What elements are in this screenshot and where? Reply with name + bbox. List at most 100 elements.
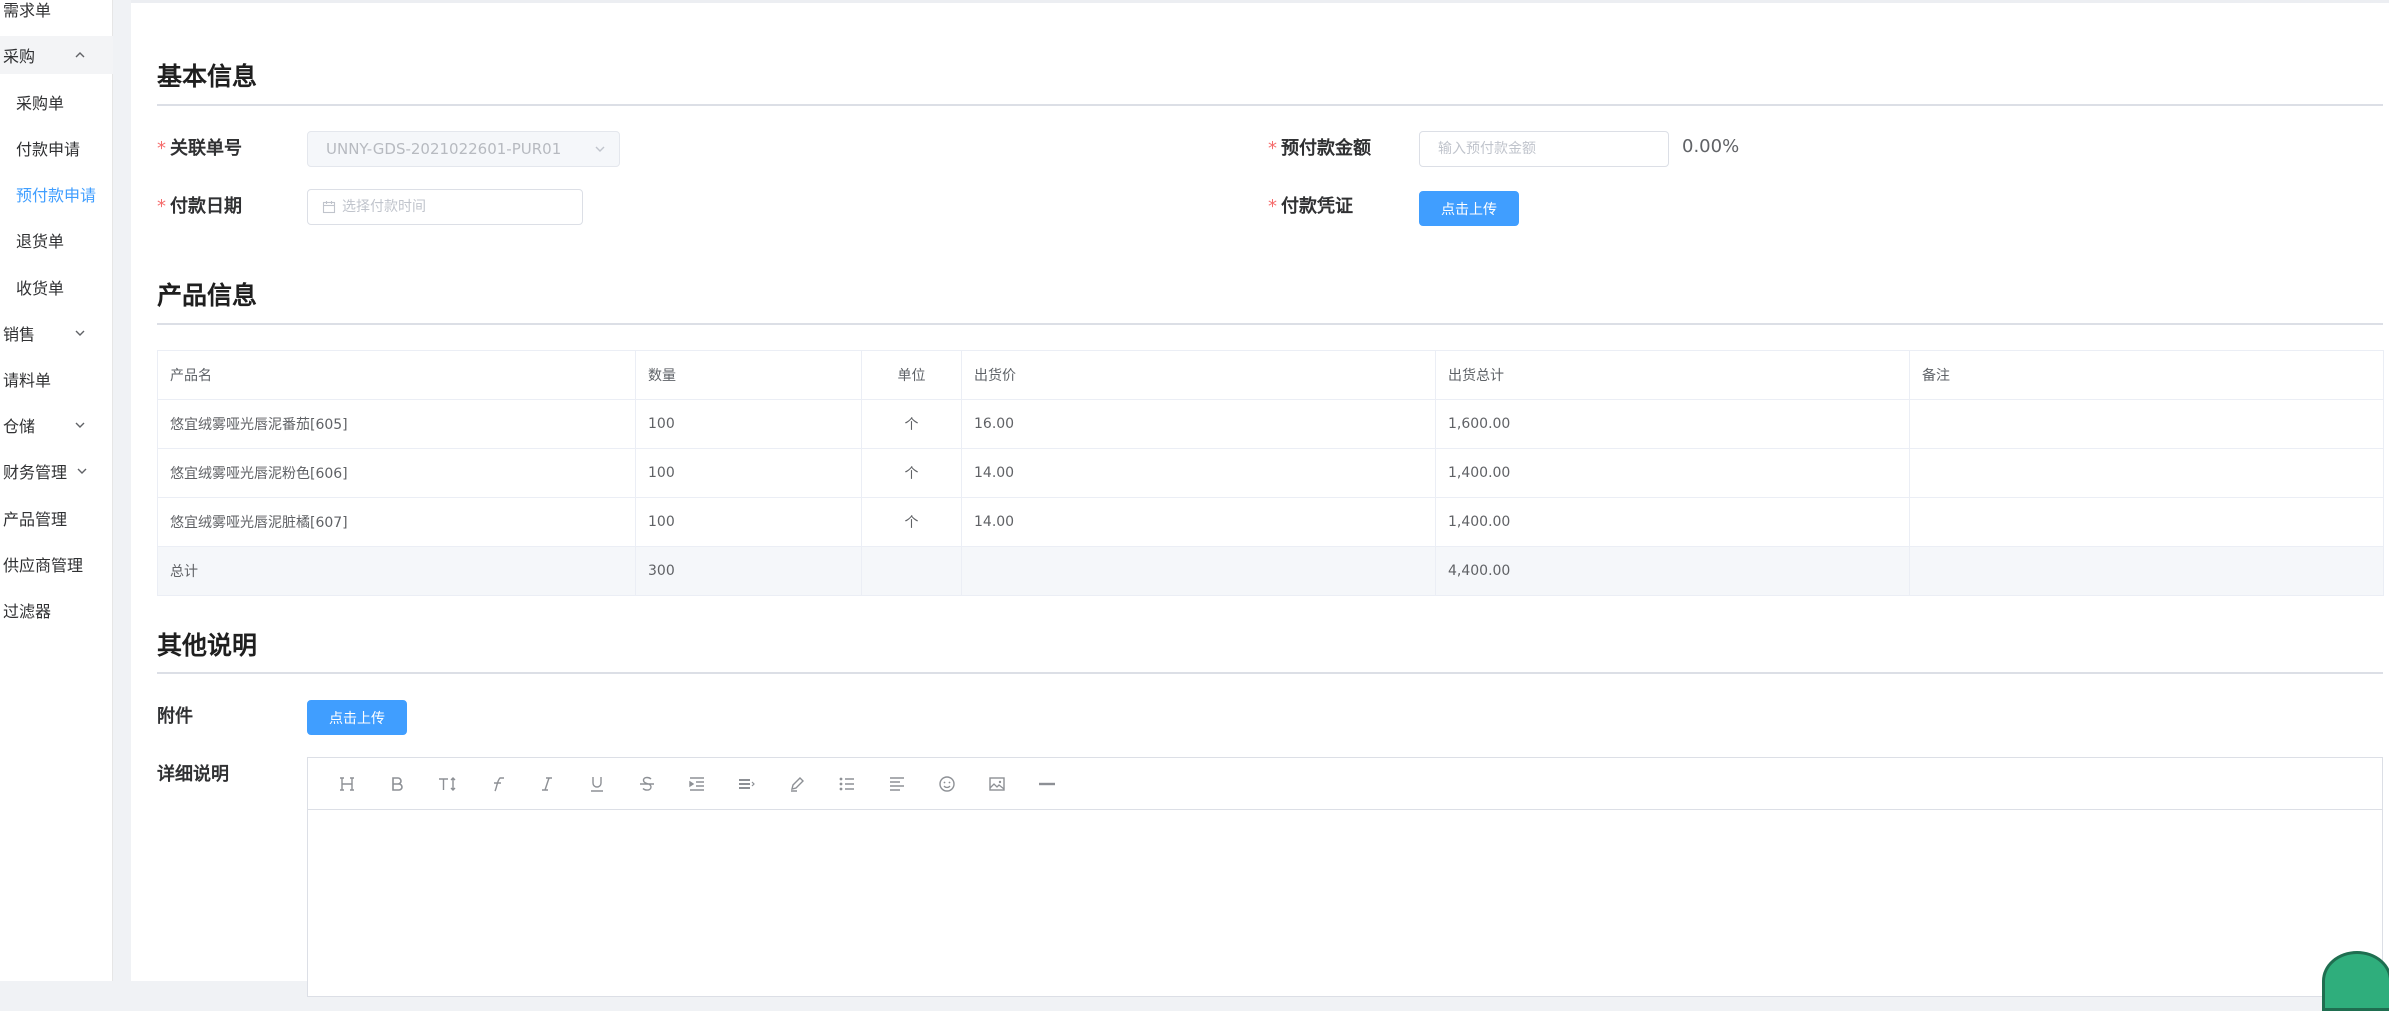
sidebar-item-finance[interactable]: 财务管理	[0, 452, 113, 490]
sidebar-item-label: 采购	[3, 47, 36, 66]
voucher-upload-button[interactable]: 点击上传	[1419, 191, 1519, 226]
cell-total-price	[961, 546, 1436, 596]
sidebar-item-warehouse[interactable]: 仓储	[0, 406, 113, 444]
rich-text-editor[interactable]	[307, 757, 2383, 997]
cell-product-name: 悠宜绒雾哑光唇泥脏橘[607]	[157, 497, 636, 547]
column-header-quantity: 数量	[635, 350, 862, 400]
color-icon[interactable]	[772, 766, 822, 802]
required-mark: *	[1268, 196, 1277, 217]
sidebar-item-filter[interactable]: 过滤器	[0, 591, 113, 629]
section-divider	[157, 104, 2383, 106]
section-divider	[157, 323, 2383, 325]
section-divider	[157, 672, 2383, 674]
list-icon[interactable]	[822, 766, 872, 802]
main-content: 基本信息 * 关联单号 UNNY-GDS-2021022601-PUR01 * 付款…	[131, 0, 2389, 1011]
cell-quantity: 100	[635, 448, 862, 498]
column-header-price: 出货价	[961, 350, 1436, 400]
sidebar-item-supplier-management[interactable]: 供应商管理	[0, 545, 113, 583]
editor-content-area[interactable]	[308, 810, 2382, 996]
bold-icon[interactable]	[372, 766, 422, 802]
sidebar-item-label: 销售	[3, 325, 36, 344]
mascot-widget[interactable]	[2322, 951, 2389, 1011]
column-header-total: 出货总计	[1435, 350, 1910, 400]
sidebar-item-label: 付款申请	[16, 140, 81, 159]
attachment-label: 附件	[157, 706, 193, 727]
chevron-down-icon	[77, 468, 87, 474]
strikethrough-icon[interactable]	[622, 766, 672, 802]
cell-total-remark	[1909, 546, 2384, 596]
payment-date-placeholder: 选择付款时间	[342, 199, 426, 215]
section-title-basic-info: 基本信息	[157, 62, 258, 91]
table-total-row: 总计 300 4,400.00	[157, 546, 2384, 596]
detail-label: 详细说明	[157, 764, 229, 785]
sidebar-item-label: 产品管理	[3, 510, 68, 529]
sidebar-item-label: 供应商管理	[3, 556, 84, 575]
cell-product-name: 悠宜绒雾哑光唇泥粉色[606]	[157, 448, 636, 498]
chevron-down-icon	[75, 422, 85, 428]
sidebar-item-payment-request[interactable]: 付款申请	[0, 129, 113, 167]
related-order-label: * 关联单号	[157, 137, 242, 161]
image-icon[interactable]	[972, 766, 1022, 802]
required-mark: *	[1268, 138, 1277, 159]
cell-quantity: 100	[635, 399, 862, 449]
sidebar-item-label: 仓储	[3, 417, 36, 436]
sidebar-item-prepayment-request[interactable]: 预付款申请	[0, 175, 113, 213]
font-family-icon[interactable]	[472, 766, 522, 802]
cell-total: 1,600.00	[1435, 399, 1910, 449]
cell-quantity: 100	[635, 497, 862, 547]
related-order-select: UNNY-GDS-2021022601-PUR01	[307, 131, 620, 167]
sidebar-item-material-request[interactable]: 请料单	[0, 360, 113, 398]
table-row: 悠宜绒雾哑光唇泥番茄[605] 100 个 16.00 1,600.00	[157, 399, 2384, 449]
sidebar: 需求单 采购 采购单 付款申请 预付款申请 退货单 收货单 销售 请料单 仓储 …	[0, 0, 113, 981]
cell-total-quantity: 300	[635, 546, 862, 596]
related-order-value: UNNY-GDS-2021022601-PUR01	[326, 140, 562, 158]
chevron-down-icon	[595, 146, 605, 152]
prepay-amount-label: * 预付款金额	[1268, 137, 1371, 161]
underline-icon[interactable]	[572, 766, 622, 802]
cell-remark	[1909, 448, 2384, 498]
sidebar-item-return-order[interactable]: 退货单	[0, 221, 113, 259]
related-order-label-text: 关联单号	[170, 138, 242, 159]
sidebar-item-label: 财务管理	[3, 463, 68, 482]
indent-icon[interactable]	[672, 766, 722, 802]
align-icon[interactable]	[872, 766, 922, 802]
sidebar-item-label: 预付款申请	[16, 186, 97, 205]
sidebar-item-label: 收货单	[16, 279, 65, 298]
prepay-amount-input[interactable]: 输入预付款金额	[1419, 131, 1669, 167]
payment-date-label: * 付款日期	[157, 195, 242, 219]
cell-price: 16.00	[961, 399, 1436, 449]
sidebar-item-label: 退货单	[16, 232, 65, 251]
cell-total-label: 总计	[157, 546, 636, 596]
sidebar-item-purchase[interactable]: 采购	[0, 36, 113, 74]
column-header-product-name: 产品名	[157, 350, 636, 400]
payment-date-picker[interactable]: 选择付款时间	[307, 189, 583, 225]
emoji-icon[interactable]	[922, 766, 972, 802]
cell-remark	[1909, 497, 2384, 547]
cell-unit: 个	[861, 399, 962, 449]
cell-total: 1,400.00	[1435, 448, 1910, 498]
line-height-icon[interactable]	[722, 766, 772, 802]
heading-icon[interactable]	[322, 766, 372, 802]
italic-icon[interactable]	[522, 766, 572, 802]
sidebar-item-purchase-order[interactable]: 采购单	[0, 83, 113, 121]
chevron-down-icon	[75, 330, 85, 336]
font-size-icon[interactable]	[422, 766, 472, 802]
sidebar-item-sales[interactable]: 销售	[0, 314, 113, 352]
cell-total-unit	[861, 546, 962, 596]
sidebar-item-label: 过滤器	[3, 602, 52, 621]
divider-icon[interactable]	[1022, 766, 1072, 802]
attachment-upload-button[interactable]: 点击上传	[307, 700, 407, 735]
section-title-other-info: 其他说明	[157, 631, 258, 660]
cell-product-name: 悠宜绒雾哑光唇泥番茄[605]	[157, 399, 636, 449]
sidebar-item-receipt-order[interactable]: 收货单	[0, 268, 113, 306]
sidebar-item-product-management[interactable]: 产品管理	[0, 499, 113, 537]
prepay-amount-placeholder: 输入预付款金额	[1438, 141, 1536, 157]
table-header-row: 产品名 数量 单位 出货价 出货总计 备注	[157, 350, 2384, 400]
sidebar-item-demand[interactable]: 需求单	[0, 0, 113, 28]
required-mark: *	[157, 138, 166, 159]
cell-unit: 个	[861, 448, 962, 498]
cell-total-amount: 4,400.00	[1435, 546, 1910, 596]
section-title-product-info: 产品信息	[157, 281, 258, 310]
sidebar-item-label: 请料单	[3, 371, 52, 390]
table-row: 悠宜绒雾哑光唇泥脏橘[607] 100 个 14.00 1,400.00	[157, 497, 2384, 547]
